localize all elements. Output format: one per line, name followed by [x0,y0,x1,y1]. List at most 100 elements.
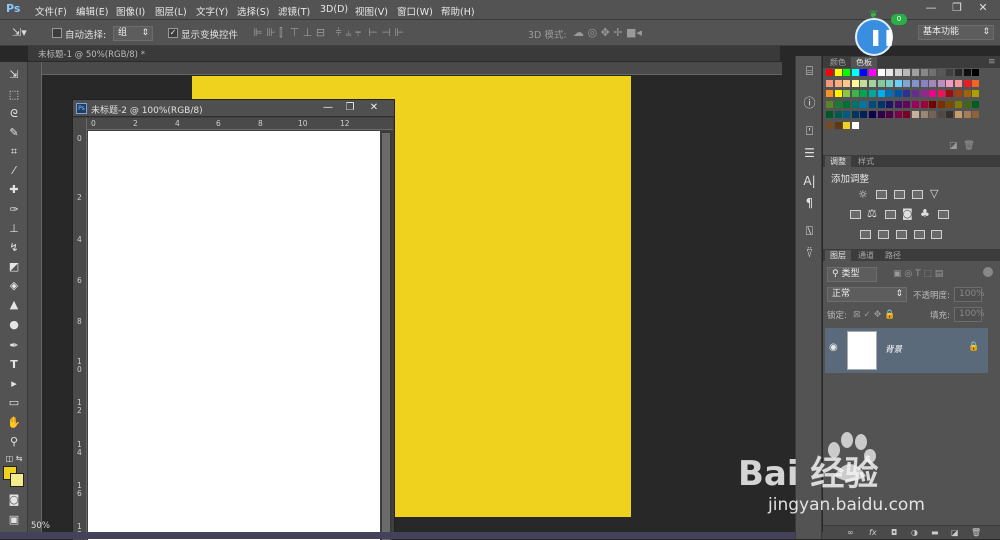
restore-button[interactable]: ❐ [944,0,970,17]
zoom-tool-icon[interactable]: ⚲ [0,433,28,451]
color-swatch[interactable] [834,69,842,76]
zoom-level[interactable]: 50% [31,521,50,531]
color-swatch[interactable] [929,69,937,76]
invert-icon[interactable] [860,230,871,239]
color-swatch[interactable] [877,100,885,108]
workspace-dropdown[interactable]: 基本功能 ⇕ [918,25,994,40]
brush-tool-icon[interactable]: ✑ [0,201,28,219]
menu-image[interactable]: 图像(I) [116,4,145,18]
dodge-tool-icon[interactable]: ● [0,316,28,334]
layer-name[interactable]: 背景 [885,343,902,355]
brush-panel-icon[interactable]: ⍞ [796,124,823,139]
filter-toggle-icon[interactable] [983,267,993,277]
color-swatch[interactable] [869,90,876,97]
float-restore-button[interactable]: ❐ [339,100,361,116]
eyedropper-tool-icon[interactable]: ⁄ [0,162,28,180]
float-close-button[interactable]: ✕ [363,100,385,116]
color-swatch[interactable] [860,79,868,87]
color-swatch[interactable] [894,79,902,87]
color-swatch[interactable] [843,90,851,97]
threshold-icon[interactable] [896,230,907,239]
vertical-scrollbar[interactable] [381,131,392,540]
color-swatch[interactable] [903,100,911,108]
color-swatch[interactable] [826,100,833,108]
color-swatch[interactable] [903,90,911,97]
color-swatch[interactable] [955,100,962,108]
tab-swatches[interactable]: 色板 [851,57,877,68]
photo-filter-icon[interactable]: ◙ [902,208,913,220]
color-swatch[interactable] [877,90,885,97]
color-swatch[interactable] [826,90,833,97]
float-minimize-button[interactable]: — [317,100,339,116]
color-swatch[interactable] [860,100,868,108]
color-swatch[interactable] [826,79,833,87]
color-swatch[interactable] [955,69,962,76]
color-swatch[interactable] [869,69,876,76]
hue-saturation-icon[interactable] [850,210,861,219]
adjustment-layer-icon[interactable]: ◑ [911,528,918,537]
menu-type[interactable]: 文字(Y) [196,4,228,18]
color-swatch[interactable] [937,90,945,97]
fill-field[interactable]: 100% [954,307,985,322]
menu-3d[interactable]: 3D(D) [320,4,348,15]
color-swatch[interactable] [851,121,859,129]
color-swatch[interactable] [860,90,868,97]
levels-icon[interactable] [876,190,887,199]
color-swatch[interactable] [903,111,911,118]
menu-file[interactable]: 文件(F) [35,4,67,18]
color-swatch[interactable] [963,69,971,76]
selective-color-icon[interactable] [931,230,942,239]
color-swatch[interactable] [955,79,962,87]
color-swatch[interactable] [834,121,842,129]
paragraph-panel-icon[interactable]: ¶ [796,196,823,210]
color-swatch[interactable] [860,69,868,76]
color-swatch[interactable] [903,69,911,76]
color-swatch[interactable] [946,111,954,118]
eye-icon[interactable]: ◉ [829,342,838,353]
color-swatch[interactable] [834,100,842,108]
color-swatch[interactable] [963,111,971,118]
quick-mask-icon[interactable]: ◙ [0,491,28,509]
lock-options-icons[interactable]: ⊠ ✓ ✥ 🔒 [853,309,895,321]
brush-presets-icon[interactable]: ☰ [796,146,823,160]
color-swatch[interactable] [920,69,928,76]
color-swatch[interactable] [894,69,902,76]
white-document-canvas[interactable] [88,131,380,540]
color-swatch[interactable] [869,100,876,108]
paint-bucket-icon[interactable]: ◈ [0,277,28,295]
color-swatch[interactable] [912,90,919,97]
color-swatch[interactable] [946,90,954,97]
color-swatch[interactable] [826,121,833,129]
eraser-tool-icon[interactable]: ◩ [0,258,28,276]
color-swatch[interactable] [834,111,842,118]
color-swatch[interactable] [877,111,885,118]
auto-select-dropdown[interactable]: 组 ⇕ [113,26,153,41]
menu-help[interactable]: 帮助(H) [441,4,475,18]
vibrance-icon[interactable]: ▽ [930,188,938,200]
healing-brush-icon[interactable]: ✚ [0,181,28,199]
crop-tool-icon[interactable]: ⌗ [0,143,28,161]
color-swatch[interactable] [929,111,937,118]
quick-select-tool-icon[interactable]: ✎ [0,124,28,142]
panel-menu-icon[interactable]: ≡ [988,56,996,68]
color-swatch[interactable] [869,111,876,118]
pause-button[interactable]: ❚❚ [855,18,896,56]
3d-mode-icons[interactable]: ☁ ◎ ✥ ✛ ■◂ [573,27,642,39]
floating-window-titlebar[interactable]: Ps 未标题-2 @ 100%(RGB/8) — ❐ ✕ [73,100,394,117]
color-swatch[interactable] [851,111,859,118]
opacity-field[interactable]: 100% [954,287,985,302]
color-swatch[interactable] [860,111,868,118]
new-layer-icon[interactable]: ◪ [951,528,959,537]
character-panel-icon[interactable]: A| [796,174,823,188]
tool-presets-icon[interactable]: ⍢ [796,246,823,261]
document-tab[interactable]: 未标题-1 @ 50%(RGB/8) * [38,48,145,60]
color-swatch[interactable] [912,69,919,76]
info-panel-icon[interactable]: ⓘ [796,94,823,111]
color-swatch[interactable] [826,69,833,76]
scrollbar-thumb[interactable] [382,133,390,540]
color-swatch[interactable] [946,69,954,76]
minimize-button[interactable]: — [918,0,944,17]
color-lookup-icon[interactable] [938,210,949,219]
blend-mode-dropdown[interactable]: 正常 ⇕ [827,287,907,302]
color-swatch[interactable] [972,69,980,76]
